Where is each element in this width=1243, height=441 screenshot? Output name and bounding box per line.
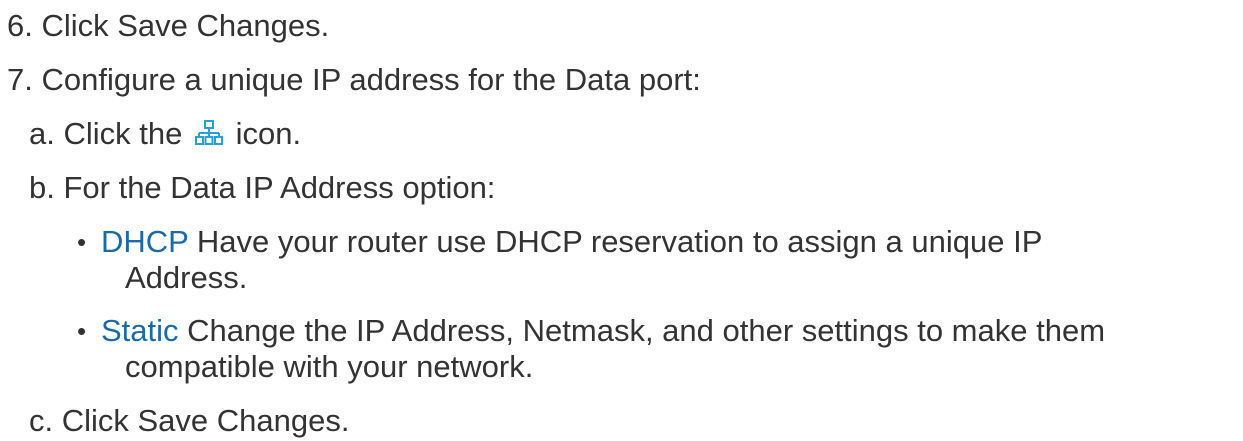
dhcp-description-line-2: Address. <box>125 260 248 295</box>
bullet-static: • Static Change the IP Address, Netmask,… <box>77 311 1106 351</box>
step-6-text: 6. Click Save Changes. <box>7 8 330 43</box>
step-6: 6. Click Save Changes. <box>7 6 329 46</box>
bullet-static-continuation: compatible with your network. <box>125 347 533 387</box>
substep-b-text: b. For the Data IP Address option: <box>29 170 496 205</box>
substep-c-text: c. Click Save Changes. <box>29 403 350 438</box>
substep-a-text-before: a. Click the <box>29 116 183 151</box>
bullet-dhcp: • DHCP Have your router use DHCP reserva… <box>77 222 1043 262</box>
dhcp-description-line-1: Have your router use DHCP reservation to… <box>188 224 1043 259</box>
substep-a: a. Click the icon. <box>29 114 301 154</box>
dhcp-link[interactable]: DHCP <box>101 224 188 259</box>
bullet-marker: • <box>77 227 87 257</box>
substep-c: c. Click Save Changes. <box>29 401 349 441</box>
static-link[interactable]: Static <box>101 313 179 348</box>
network-topology-icon <box>194 120 223 145</box>
bullet-marker: • <box>77 316 87 346</box>
substep-a-text-after: icon. <box>235 116 302 151</box>
substep-b: b. For the Data IP Address option: <box>29 168 495 208</box>
step-7: 7. Configure a unique IP address for the… <box>7 60 701 100</box>
static-description-line-1: Change the IP Address, Netmask, and othe… <box>178 313 1106 348</box>
step-7-text: 7. Configure a unique IP address for the… <box>7 62 701 97</box>
static-description-line-2: compatible with your network. <box>125 349 534 384</box>
bullet-dhcp-continuation: Address. <box>125 258 247 298</box>
